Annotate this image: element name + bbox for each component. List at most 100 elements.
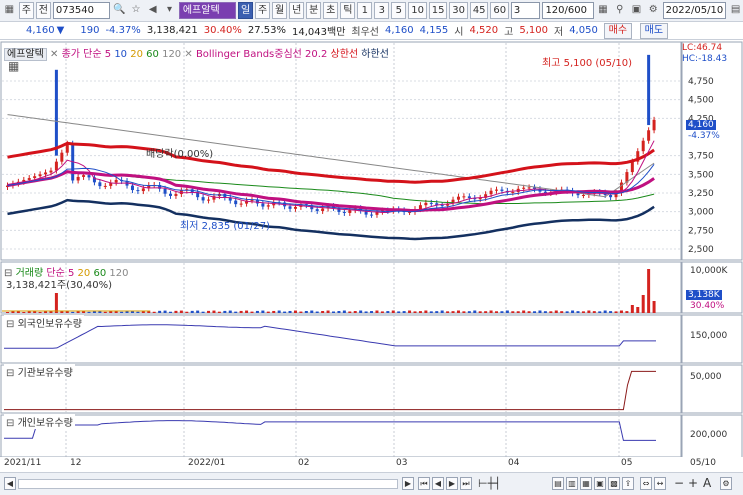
date-label: 2022/01 — [188, 458, 226, 468]
volume-bar — [196, 310, 200, 313]
foreign-axis: 150,000 — [690, 331, 728, 341]
volume-bar — [152, 311, 156, 313]
volume-bar — [71, 311, 75, 313]
candle-body — [207, 199, 211, 201]
candle-body — [44, 172, 48, 175]
stock-code-input[interactable]: 073540 — [52, 2, 110, 19]
candle-body — [424, 202, 428, 206]
inst-panel-title: ⊟ 기관보유수량 — [4, 364, 75, 379]
settings-small-icon[interactable]: ⚙ — [720, 477, 732, 490]
candle-body — [370, 214, 374, 216]
minute-5-button[interactable]: 5 — [391, 2, 407, 19]
view-mode-icon[interactable]: ▤ — [552, 477, 564, 490]
inst-toggle-icon[interactable]: ⊟ — [6, 368, 14, 379]
volume-bar — [391, 310, 395, 313]
period-minute-button[interactable]: 분 — [306, 2, 322, 19]
next-page-icon[interactable]: ▶ — [446, 477, 458, 490]
legend-bb-center: Bollinger Bands중심선 20.2 — [195, 49, 328, 60]
volume-bar — [169, 311, 172, 313]
volume-bar — [505, 310, 509, 313]
turnover-ratio: 27.53% — [247, 25, 287, 36]
first-page-icon[interactable]: ⏮ — [418, 477, 430, 490]
foreign-title-text: 외국인보유수량 — [17, 319, 82, 330]
market-type-button[interactable]: 주 — [18, 2, 34, 19]
candle-body — [652, 119, 656, 131]
period-month-button[interactable]: 월 — [272, 2, 288, 19]
legend-bb-close-icon[interactable]: ✕ — [184, 49, 192, 60]
table-grid-icon[interactable]: ▦ — [8, 59, 19, 73]
period-second-button[interactable]: 초 — [323, 2, 339, 19]
minute-3-button[interactable]: 3 — [374, 2, 390, 19]
collapse-icon[interactable]: ↔ — [654, 477, 666, 490]
horizontal-scrollbar[interactable] — [18, 479, 398, 489]
buy-button[interactable]: 매수 — [603, 22, 632, 39]
best-price-label: 최우선 — [351, 27, 380, 38]
period-tick-button[interactable]: 틱 — [340, 2, 356, 19]
period-year-button[interactable]: 년 — [289, 2, 305, 19]
volume-bar — [326, 310, 330, 313]
minute-60-button[interactable]: 60 — [490, 2, 509, 19]
zoom-out-icon[interactable]: − — [674, 476, 684, 490]
indiv-toggle-icon[interactable]: ⊟ — [6, 418, 14, 429]
count-input[interactable]: 120/600 — [542, 2, 594, 19]
period-day-button[interactable]: 일 — [237, 2, 253, 19]
table-icon[interactable]: ▣ — [594, 477, 606, 490]
save-icon[interactable]: ▣ — [629, 2, 644, 19]
star-icon[interactable]: ☆ — [129, 2, 144, 19]
stock-chart[interactable]: 4,7504,5004,2503,7503,5003,2503,0002,750… — [0, 41, 743, 457]
last-page-icon[interactable]: ⏭ — [460, 477, 472, 490]
calendar-icon[interactable]: ▤ — [728, 2, 743, 19]
volume-bar — [462, 311, 466, 313]
minute-30-button[interactable]: 30 — [449, 2, 468, 19]
text-icon[interactable]: A — [703, 476, 711, 490]
volume-bar — [609, 311, 613, 313]
volume-bar — [402, 311, 406, 313]
minute-45-button[interactable]: 45 — [469, 2, 489, 19]
speaker-icon[interactable]: ◀ — [145, 2, 160, 19]
date-label: 05/10 — [690, 458, 716, 468]
volume-bar — [315, 311, 319, 313]
grid-menu-icon[interactable]: ▦ — [2, 2, 17, 19]
candle-body — [315, 209, 319, 211]
split-view-icon[interactable]: ▥ — [566, 477, 578, 490]
low-label: 저 — [553, 27, 564, 38]
dropdown-icon[interactable]: ▾ — [162, 2, 177, 19]
foreign-toggle-icon[interactable]: ⊟ — [6, 319, 14, 330]
minute-1-button[interactable]: 1 — [357, 2, 373, 19]
stock-name-box[interactable]: 에프알텍 — [178, 2, 236, 19]
candle-body — [87, 175, 91, 178]
candle-body — [293, 206, 297, 209]
scroll-left-icon[interactable]: ◀ — [4, 477, 16, 490]
date-label: 05 — [621, 458, 633, 468]
legend-bb-lower: 하한선 — [361, 49, 389, 60]
period-week-button[interactable]: 주 — [254, 2, 271, 19]
volume-bar — [163, 310, 167, 313]
search-icon[interactable]: 🔍 — [112, 2, 127, 19]
price-axis-label: 4,750 — [688, 77, 714, 87]
chart-tool-icon[interactable]: ⚲ — [612, 2, 627, 19]
minute-15-button[interactable]: 15 — [428, 2, 448, 19]
volume-bar — [598, 311, 602, 313]
zoom-slider-icon[interactable]: ⊢┼┤ — [478, 477, 501, 490]
grid-toggle-icon[interactable]: ▩ — [608, 477, 620, 490]
candle-body — [234, 200, 238, 205]
candle-body — [641, 140, 645, 152]
scroll-right-icon[interactable]: ▶ — [402, 477, 414, 490]
layout-icon[interactable]: ▦ — [580, 477, 592, 490]
minute-10-button[interactable]: 10 — [408, 2, 427, 19]
expand-icon[interactable]: ⇔ — [640, 477, 652, 490]
volume-bar — [543, 311, 547, 313]
settings-icon[interactable]: ⚙ — [646, 2, 661, 19]
legend-close-icon[interactable]: ✕ — [50, 49, 58, 60]
grid-icon[interactable]: ▦ — [596, 2, 611, 19]
sell-button[interactable]: 매도 — [639, 22, 668, 39]
export-icon[interactable]: ⇪ — [622, 477, 634, 490]
jeon-button[interactable]: 전 — [35, 2, 51, 19]
zoom-in-icon[interactable]: + — [688, 476, 698, 490]
volume-bar — [250, 311, 254, 313]
unit-select[interactable]: 3 — [510, 2, 541, 19]
prev-page-icon[interactable]: ◀ — [432, 477, 444, 490]
date-input[interactable]: 2022/05/10 — [662, 2, 727, 19]
candle-body — [98, 182, 102, 187]
volume-bar — [22, 311, 26, 313]
